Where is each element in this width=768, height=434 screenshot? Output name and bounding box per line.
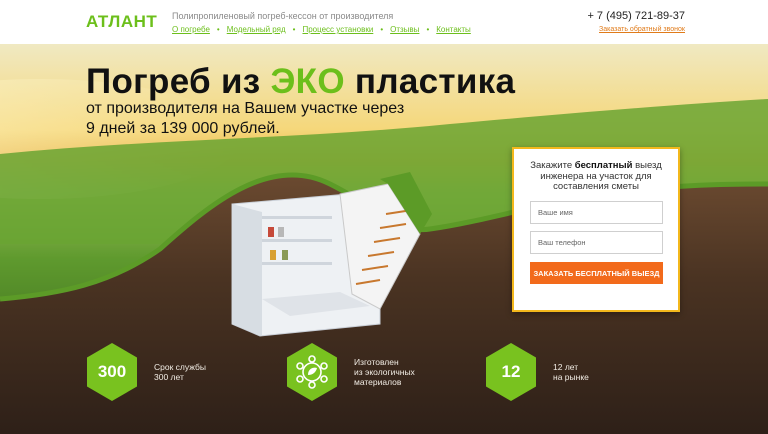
logo[interactable]: АТЛАНТ	[86, 12, 157, 32]
form-title-bold: бесплатный	[574, 160, 633, 171]
feature-service-life: 300 Срок службы 300 лет	[86, 342, 206, 402]
nav-separator: •	[380, 25, 384, 34]
nav-link-models[interactable]: Модельный ряд	[227, 25, 286, 34]
badge-number: 12	[501, 362, 521, 381]
feature-line: 300 лет	[154, 372, 184, 382]
nav-link-reviews[interactable]: Отзывы	[390, 25, 419, 34]
nav-link-contacts[interactable]: Контакты	[436, 25, 471, 34]
tagline: Полипропиленовый погреб-кессон от произв…	[172, 11, 394, 21]
feature-years-on-market: 12 12 лет на рынке	[485, 342, 589, 402]
badge-number: 300	[97, 362, 127, 381]
feature-text: Срок службы 300 лет	[154, 362, 206, 382]
hero-section: Погреб из ЭКО пластика от производителя …	[0, 44, 768, 434]
engineer-visit-form: Закажите бесплатный выезд инженера на уч…	[512, 147, 680, 312]
feature-text: Изготовлен из экологичных материалов	[354, 357, 415, 387]
hero-headline: Погреб из ЭКО пластика	[86, 62, 515, 102]
headline-part-2: пластика	[344, 62, 516, 101]
phone-input[interactable]	[530, 231, 663, 254]
feature-line: 12 лет	[553, 362, 579, 372]
order-visit-button[interactable]: ЗАКАЗАТЬ БЕСПЛАТНЫЙ ВЫЕЗД	[530, 262, 663, 284]
nav-separator: •	[426, 25, 430, 34]
feature-eco-materials: Изготовлен из экологичных материалов	[286, 342, 415, 402]
hero-subline: от производителя на Вашем участке через …	[86, 100, 405, 137]
phone-number[interactable]: + 7 (495) 721-89-37	[587, 10, 685, 22]
hex-badge: 300	[86, 342, 138, 402]
callback-link[interactable]: Заказать обратный звонок	[599, 26, 685, 33]
headline-eco: ЭКО	[270, 62, 345, 101]
feature-line: из экологичных	[354, 367, 415, 377]
feature-line: Изготовлен	[354, 357, 399, 367]
name-input[interactable]	[530, 201, 663, 224]
form-title-part-1: Закажите	[530, 160, 575, 171]
main-nav: О погребе • Модельный ряд • Процесс уста…	[172, 25, 471, 34]
headline-part-1: Погреб из	[86, 62, 271, 101]
nav-separator: •	[216, 25, 220, 34]
feature-line: на рынке	[553, 372, 589, 382]
feature-line: материалов	[354, 377, 402, 387]
feature-text: 12 лет на рынке	[553, 362, 589, 382]
eco-molecule-icon	[296, 355, 328, 389]
nav-separator: •	[292, 25, 296, 34]
nav-link-about[interactable]: О погребе	[172, 25, 210, 34]
nav-link-installation[interactable]: Процесс установки	[302, 25, 373, 34]
form-title: Закажите бесплатный выезд инженера на уч…	[514, 160, 678, 193]
hex-badge: 12	[485, 342, 537, 402]
feature-line: Срок службы	[154, 362, 206, 372]
site-header: АТЛАНТ Полипропиленовый погреб-кессон от…	[0, 0, 768, 44]
hex-badge	[286, 342, 338, 402]
